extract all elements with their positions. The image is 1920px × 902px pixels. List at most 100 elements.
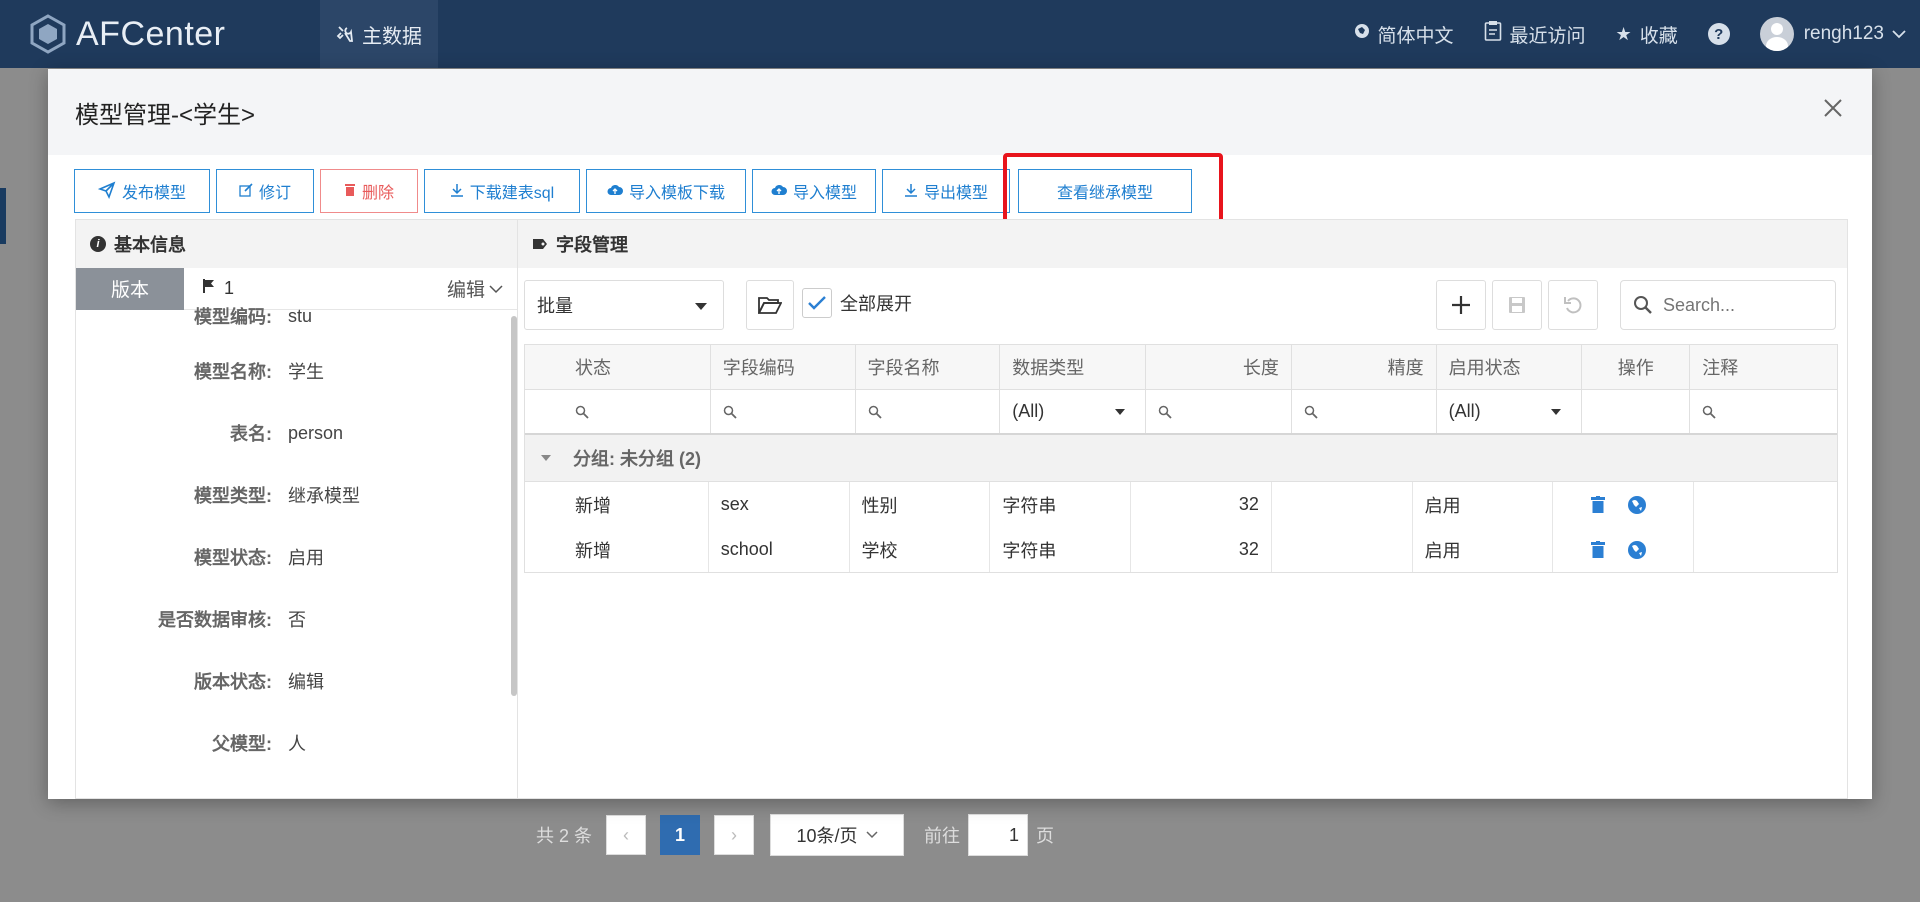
nav-main-data[interactable]: 主数据 [320,0,438,68]
col-header-enabled[interactable]: 启用状态 [1437,345,1583,389]
favorites[interactable]: ★ 收藏 [1616,21,1678,48]
download-sql-button[interactable]: 下载建表sql [424,169,580,213]
download-sql-label: 下载建表sql [469,185,555,202]
filter-actions [1582,390,1691,433]
col-header-precision[interactable]: 精度 [1292,345,1437,389]
open-folder-button[interactable] [746,280,794,330]
next-page-button[interactable]: › [714,815,755,855]
table-row[interactable]: 新增 school 学校 字符串 32 启用 [525,527,1837,572]
goto-page-input[interactable]: 1 [968,814,1029,856]
prev-page-button[interactable]: ‹ [606,815,647,855]
tag-icon [532,234,548,255]
save-button[interactable] [1492,280,1542,330]
language-label: 简体中文 [1377,25,1454,47]
col-header-type[interactable]: 数据类型 [1000,345,1147,389]
app-logo[interactable]: AFCenter [30,14,290,54]
search-icon [1702,405,1716,419]
filter-name[interactable] [856,390,1001,433]
trash-icon [1591,540,1606,558]
globe-icon [1628,495,1647,514]
import-template-download-button[interactable]: 导入模板下载 [586,169,746,213]
info-value: 人 [288,734,306,754]
info-value: 编辑 [288,672,324,692]
cloud-upload-icon [771,183,787,200]
basic-info-list: 模型编码: stu 模型名称: 学生 表名: person 模型类型: 继承模型… [76,306,504,774]
info-label: 模型编码: [194,307,272,327]
info-row-audit: 是否数据审核: 否 [76,588,504,650]
goto-label: 前往 [924,826,961,846]
search-box[interactable] [1620,280,1836,330]
cell-type: 字符串 [990,527,1132,572]
delete-row-button[interactable] [1591,495,1606,514]
save-icon [1509,297,1525,313]
import-model-button[interactable]: 导入模型 [752,169,876,213]
revise-button[interactable]: 修订 [216,169,314,213]
basic-info-header: i 基本信息 [76,220,517,268]
caret-down-icon [1115,408,1126,415]
col-header-code[interactable]: 字段编码 [711,345,856,389]
filter-type-select[interactable]: (All) [1000,390,1147,433]
add-field-button[interactable] [1436,280,1486,330]
scrollbar[interactable] [511,316,517,696]
download-icon [450,183,464,200]
delete-row-button[interactable] [1591,540,1606,559]
help-button[interactable]: ? [1707,23,1730,45]
collapse-triangle-icon[interactable] [541,455,551,461]
paper-plane-icon [97,181,116,202]
globe-row-button[interactable] [1627,540,1647,560]
filter-enabled-select[interactable]: (All) [1437,390,1583,433]
globe-row-button[interactable] [1627,495,1647,515]
publish-model-button[interactable]: 发布模型 [74,169,210,213]
cell-code: school [709,527,850,572]
caret-down-icon [695,303,707,310]
cell-precision [1272,482,1413,527]
filter-status[interactable] [525,390,711,433]
delete-button[interactable]: 删除 [320,169,418,213]
group-row[interactable]: 分组: 未分组 (2) [525,435,1837,482]
recent-visits[interactable]: 最近访问 [1484,20,1586,48]
user-menu[interactable]: rengh123 [1759,17,1906,51]
undo-icon [1564,297,1582,314]
info-value: 否 [288,610,306,630]
col-header-comment[interactable]: 注释 [1690,345,1837,389]
export-model-button[interactable]: 导出模型 [882,169,1010,213]
field-toolbar: 批量 全部展开 [524,280,1838,330]
cell-status: 新增 [525,527,709,572]
field-grid: 状态 字段编码 字段名称 数据类型 长度 精度 启用状态 操作 注释 (All)… [524,344,1838,573]
table-row[interactable]: 新增 sex 性别 字符串 32 启用 [525,482,1837,527]
info-label: 版本状态: [194,672,272,692]
filter-type-value: (All) [1012,401,1045,421]
page-number[interactable]: 1 [660,815,701,855]
help-icon: ? [1707,23,1730,45]
highlight-box [1003,153,1223,223]
col-header-status[interactable]: 状态 [525,345,711,389]
logo-icon [30,14,66,54]
language-switch[interactable]: 简体中文 [1354,21,1454,48]
col-header-length[interactable]: 长度 [1146,345,1292,389]
col-header-name[interactable]: 字段名称 [856,345,1001,389]
import-template-label: 导入模板下载 [628,185,725,202]
filter-length[interactable] [1146,390,1292,433]
avatar [1759,17,1794,51]
search-input[interactable] [1663,294,1813,316]
batch-select[interactable]: 批量 [524,280,724,330]
export-model-label: 导出模型 [923,185,988,202]
grid-header: 状态 字段编码 字段名称 数据类型 长度 精度 启用状态 操作 注释 [525,345,1837,390]
expand-all-toggle[interactable]: 全部展开 [802,288,912,318]
filter-comment[interactable] [1690,390,1837,433]
cell-code: sex [709,482,850,527]
undo-button[interactable] [1548,280,1598,330]
filter-code[interactable] [711,390,856,433]
info-icon: i [90,236,106,252]
filter-precision[interactable] [1292,390,1437,433]
close-button[interactable] [1820,95,1846,121]
info-row-name: 模型名称: 学生 [76,340,504,402]
filter-row: (All) (All) [525,390,1837,435]
page-size-select[interactable]: 10条/页 [770,814,905,856]
nav-main-label: 主数据 [362,25,422,48]
expand-all-checkbox[interactable] [802,288,832,318]
cell-enabled: 启用 [1413,527,1554,572]
field-management-panel: 字段管理 批量 全部展开 Search... 状态 字段编码 字段名称 数据类型… [518,219,1848,799]
info-row-version-status: 版本状态: 编辑 [76,650,504,712]
star-icon: ★ [1615,23,1632,44]
